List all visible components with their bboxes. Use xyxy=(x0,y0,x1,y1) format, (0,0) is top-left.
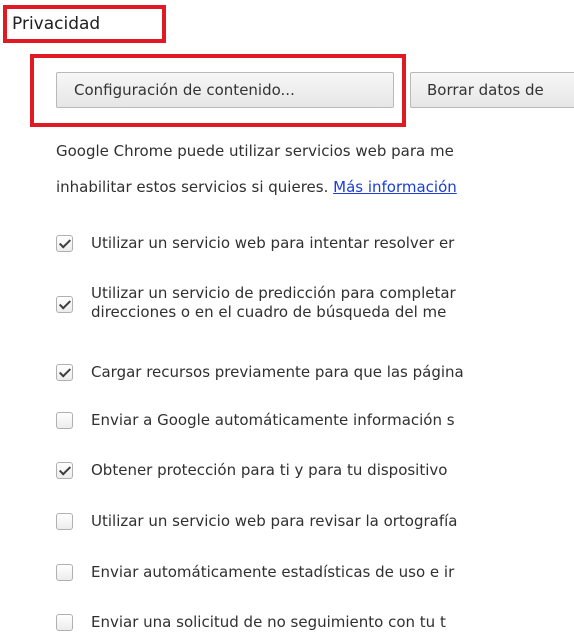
checkbox-resolve-navigation-errors[interactable] xyxy=(56,235,73,252)
checkbox-spell-check-service[interactable] xyxy=(56,513,73,530)
learn-more-link[interactable]: Más información xyxy=(333,178,457,196)
privacy-settings-panel: Privacidad Configuración de contenido...… xyxy=(0,0,574,639)
option-usage-statistics[interactable]: Enviar automáticamente estadísticas de u… xyxy=(56,562,574,592)
content-settings-button[interactable]: Configuración de contenido... xyxy=(56,72,394,108)
checkbox-send-security-info[interactable] xyxy=(56,412,73,429)
option-prediction-service[interactable]: Utilizar un servicio de predicción para … xyxy=(56,284,574,326)
option-spell-check-service[interactable]: Utilizar un servicio web para revisar la… xyxy=(56,511,574,541)
option-label-line1: Utilizar un servicio de predicción para … xyxy=(91,284,456,302)
option-do-not-track[interactable]: Enviar una solicitud de no seguimiento c… xyxy=(56,612,574,639)
privacy-section-title: Privacidad xyxy=(3,5,166,43)
option-resolve-navigation-errors[interactable]: Utilizar un servicio web para intentar r… xyxy=(56,233,574,263)
checkbox-protect-device[interactable] xyxy=(56,462,73,479)
option-label: Cargar recursos previamente para que las… xyxy=(91,363,464,381)
option-protect-device[interactable]: Obtener protección para ti y para tu dis… xyxy=(56,460,574,490)
checkbox-do-not-track[interactable] xyxy=(56,614,73,631)
option-label: Utilizar un servicio web para intentar r… xyxy=(91,234,455,252)
checkbox-usage-statistics[interactable] xyxy=(56,564,73,581)
option-label: Utilizar un servicio web para revisar la… xyxy=(91,512,458,530)
privacy-description-line2: inhabilitar estos servicios si quieres. … xyxy=(56,177,574,197)
privacy-description-text: inhabilitar estos servicios si quieres. xyxy=(56,178,329,196)
option-send-security-info[interactable]: Enviar a Google automáticamente informac… xyxy=(56,410,574,440)
option-label-line2: direcciones o en el cuadro de búsqueda d… xyxy=(91,303,447,321)
checkbox-preload-resources[interactable] xyxy=(56,364,73,381)
option-preload-resources[interactable]: Cargar recursos previamente para que las… xyxy=(56,362,574,392)
option-label: Enviar una solicitud de no seguimiento c… xyxy=(91,613,446,631)
checkbox-prediction-service[interactable] xyxy=(56,296,73,313)
privacy-description-line1: Google Chrome puede utilizar servicios w… xyxy=(56,142,454,160)
option-label: Enviar automáticamente estadísticas de u… xyxy=(91,563,455,581)
option-label: Utilizar un servicio de predicción para … xyxy=(91,284,456,322)
clear-browsing-data-button[interactable]: Borrar datos de xyxy=(410,72,574,108)
option-label: Enviar a Google automáticamente informac… xyxy=(91,411,455,429)
option-label: Obtener protección para ti y para tu dis… xyxy=(91,461,448,479)
